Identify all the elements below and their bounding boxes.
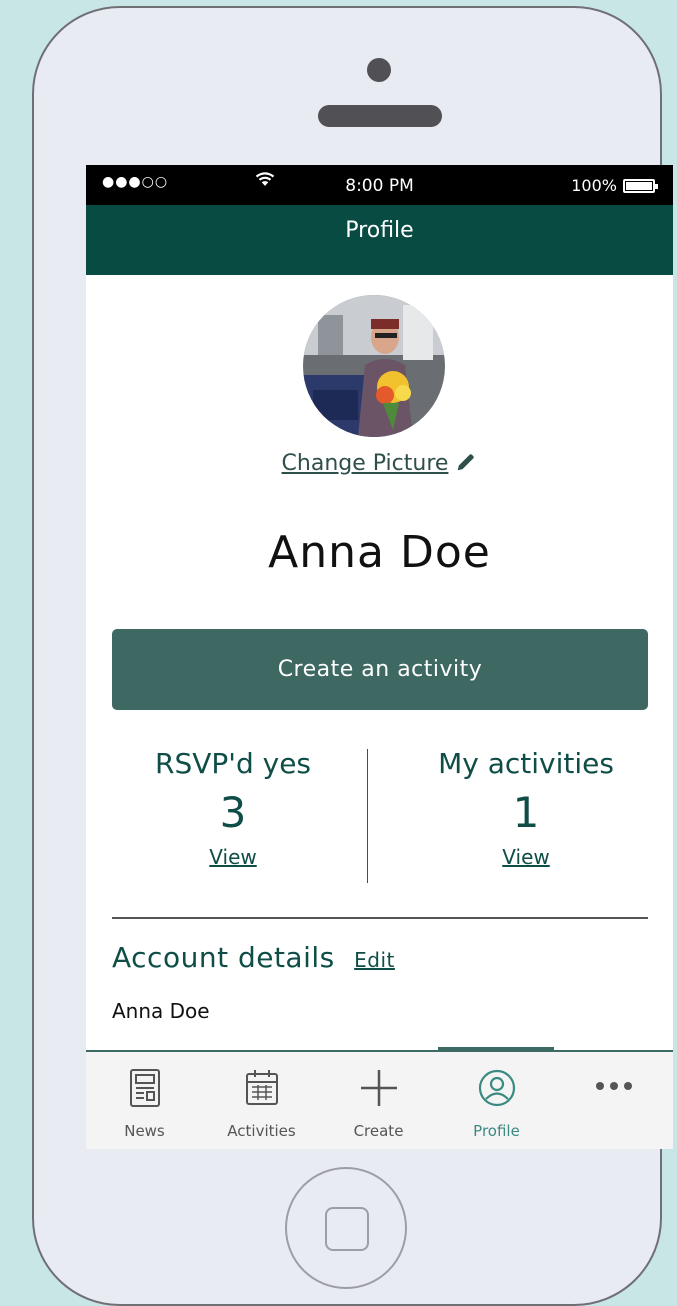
profile-icon — [438, 1068, 555, 1108]
tab-activities-label: Activities — [227, 1122, 296, 1140]
change-picture-link[interactable]: Change Picture — [86, 451, 673, 476]
phone-frame: ●●●○○ 8:00 PM 100% Profile Change Pictur… — [32, 6, 673, 1306]
home-button[interactable] — [285, 1167, 407, 1289]
more-icon — [555, 1080, 672, 1120]
profile-name: Anna Doe — [268, 527, 491, 578]
newspaper-icon — [86, 1068, 203, 1108]
rsvp-stat: RSVP'd yes 3 View — [86, 747, 380, 869]
tab-profile-label: Profile — [473, 1122, 520, 1140]
calendar-icon — [203, 1068, 320, 1108]
tab-more[interactable] — [555, 1052, 672, 1149]
rsvp-count: 3 — [219, 788, 247, 837]
account-edit-link[interactable]: Edit — [354, 948, 395, 972]
my-activities-stat: My activities 1 View — [379, 747, 673, 869]
pencil-icon — [455, 451, 477, 476]
tab-bar: News Activities Create Profile — [86, 1047, 673, 1149]
change-picture-label: Change Picture — [281, 451, 449, 476]
battery-icon — [623, 178, 658, 193]
tab-create-label: Create — [353, 1122, 404, 1140]
section-divider — [112, 917, 648, 919]
phone-screen: ●●●○○ 8:00 PM 100% Profile Change Pictur… — [86, 165, 673, 1149]
home-button-square — [325, 1207, 369, 1251]
plus-icon — [320, 1068, 437, 1108]
my-activities-label: My activities — [438, 747, 614, 780]
tab-activities[interactable]: Activities — [203, 1052, 320, 1149]
battery-status: 100% — [571, 176, 658, 195]
account-name: Anna Doe — [112, 999, 210, 1023]
account-details-heading: Account details Edit — [112, 941, 395, 974]
my-activities-view-link[interactable]: View — [379, 845, 673, 869]
create-activity-button[interactable]: Create an activity — [112, 629, 648, 710]
rsvp-label: RSVP'd yes — [154, 747, 312, 780]
page-title: Profile — [345, 218, 414, 243]
status-bar: ●●●○○ 8:00 PM 100% — [86, 165, 673, 205]
avatar[interactable] — [303, 295, 445, 437]
camera-dot — [367, 58, 391, 82]
account-details-title: Account details — [112, 941, 335, 974]
stats-divider — [367, 749, 368, 883]
speaker-slot — [318, 105, 442, 127]
tab-news-label: News — [124, 1122, 165, 1140]
tab-profile[interactable]: Profile — [438, 1052, 555, 1149]
tab-news[interactable]: News — [86, 1052, 203, 1149]
my-activities-count: 1 — [512, 788, 540, 837]
tab-create[interactable]: Create — [320, 1052, 437, 1149]
battery-percent: 100% — [571, 176, 617, 195]
rsvp-view-link[interactable]: View — [86, 845, 380, 869]
create-activity-label: Create an activity — [277, 657, 483, 682]
page-header: Profile — [86, 205, 673, 275]
